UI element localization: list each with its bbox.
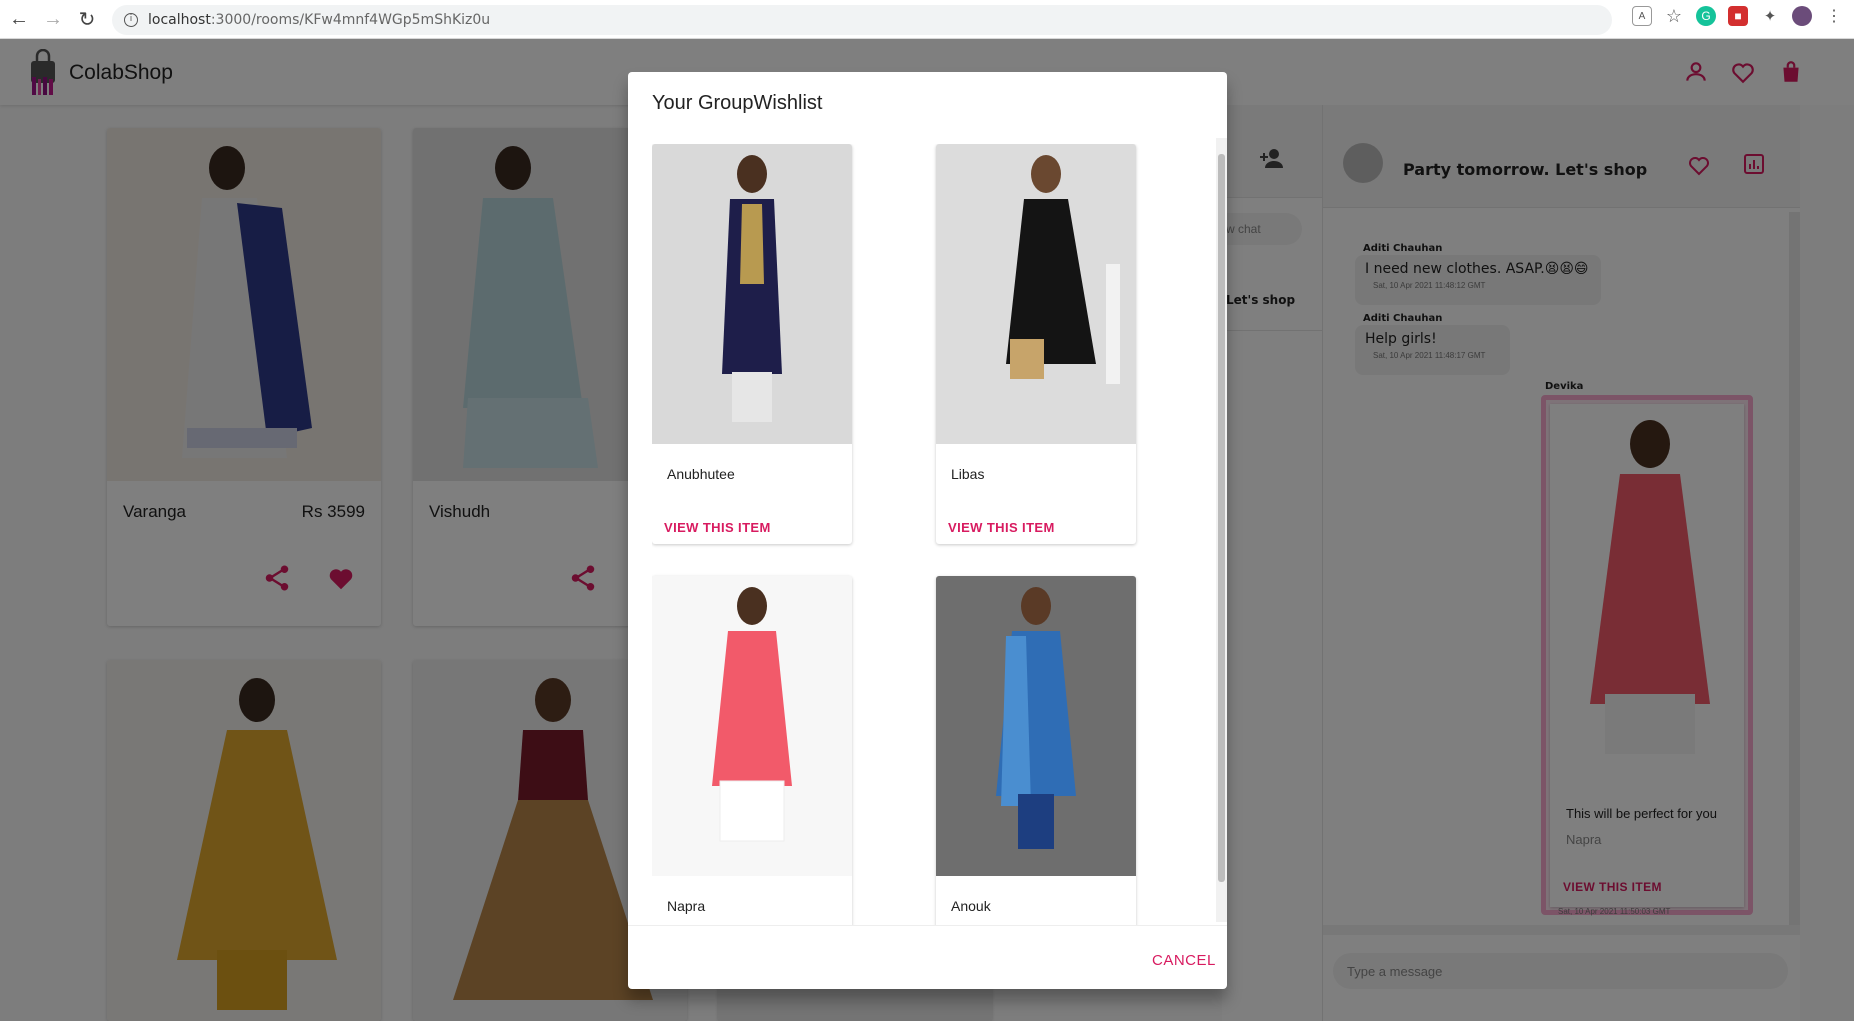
- dialog-divider: [628, 925, 1227, 926]
- wishlist-item-name: Libas: [951, 466, 985, 482]
- url-host: localhost: [148, 12, 211, 28]
- group-wishlist-dialog: Your GroupWishlist Anubhutee VIEW THIS I…: [628, 72, 1227, 989]
- translate-icon[interactable]: A: [1632, 6, 1652, 26]
- wishlist-item-image[interactable]: [936, 576, 1136, 876]
- site-info-icon[interactable]: i: [124, 13, 138, 27]
- view-item-link[interactable]: VIEW THIS ITEM: [948, 520, 1055, 535]
- wishlist-item-image[interactable]: [652, 576, 852, 876]
- cancel-button[interactable]: CANCEL: [1152, 952, 1216, 969]
- wishlist-item-image[interactable]: [936, 144, 1136, 444]
- puzzle-extensions-icon[interactable]: ✦: [1760, 6, 1780, 26]
- reload-icon[interactable]: ↻: [72, 4, 102, 34]
- wishlist-item-name: Napra: [667, 898, 706, 914]
- forward-arrow-icon[interactable]: →: [38, 4, 68, 34]
- star-bookmark-icon[interactable]: ☆: [1664, 6, 1684, 26]
- wishlist-item-card[interactable]: Napra: [652, 576, 852, 925]
- url-path: :3000/rooms/KFw4mnf4WGp5mShKiz0u: [210, 12, 491, 28]
- wishlist-item-image[interactable]: [652, 144, 852, 444]
- wishlist-item-card[interactable]: Anubhutee VIEW THIS ITEM: [652, 144, 852, 544]
- view-item-link[interactable]: VIEW THIS ITEM: [664, 520, 771, 535]
- wishlist-item-card[interactable]: Anouk: [936, 576, 1136, 925]
- dialog-scrollbar[interactable]: [1216, 138, 1227, 922]
- back-arrow-icon[interactable]: ←: [4, 4, 34, 34]
- wishlist-grid: Anubhutee VIEW THIS ITEM Libas VIEW THIS…: [652, 144, 1203, 925]
- wishlist-item-name: Anubhutee: [667, 466, 735, 482]
- scrollbar-thumb[interactable]: [1218, 154, 1225, 882]
- address-bar[interactable]: i localhost:3000/rooms/KFw4mnf4WGp5mShKi…: [112, 5, 1612, 35]
- grammarly-icon[interactable]: G: [1696, 6, 1716, 26]
- profile-avatar-icon[interactable]: [1792, 6, 1812, 26]
- browser-menu-icon[interactable]: ⋮: [1824, 6, 1844, 26]
- browser-toolbar: ← → ↻ i localhost:3000/rooms/KFw4mnf4WGp…: [0, 0, 1854, 39]
- dialog-title: Your GroupWishlist: [652, 92, 823, 114]
- wishlist-item-name: Anouk: [951, 898, 991, 914]
- extension-red-icon[interactable]: ■: [1728, 6, 1748, 26]
- wishlist-item-card[interactable]: Libas VIEW THIS ITEM: [936, 144, 1136, 544]
